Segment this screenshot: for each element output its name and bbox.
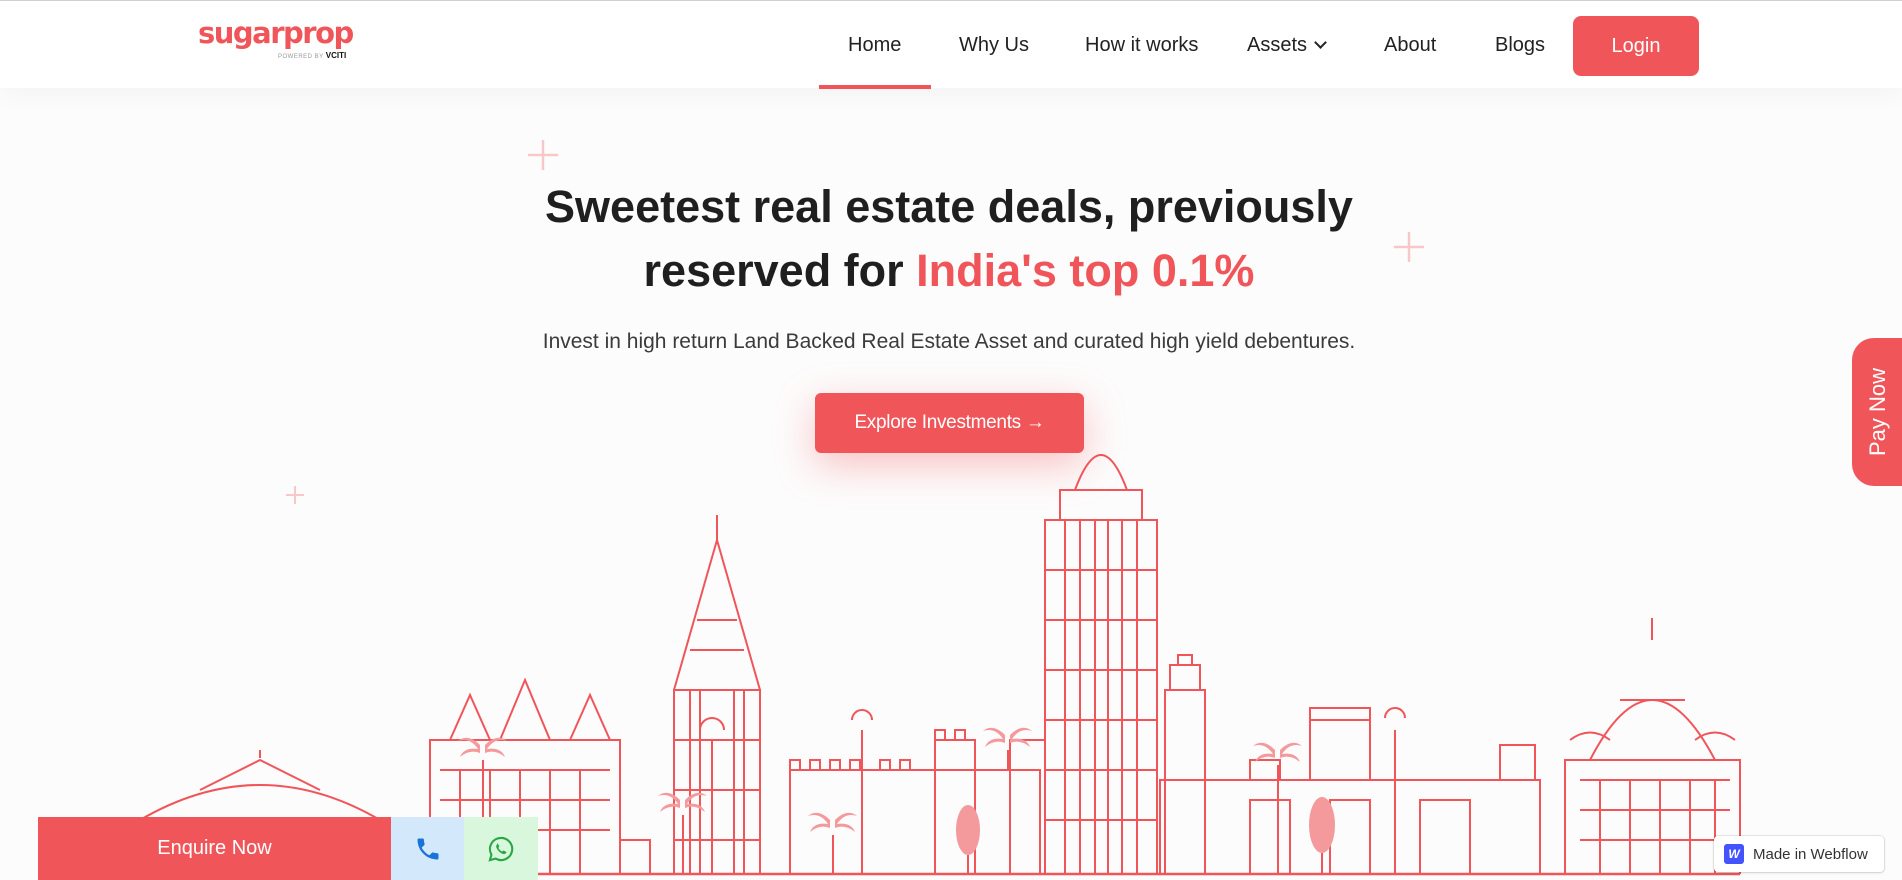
nav-assets-label: Assets [1247,34,1308,56]
made-in-webflow-badge[interactable]: W Made in Webflow [1714,836,1884,872]
logo-wordmark: sugarprop [198,16,354,50]
top-navbar: sugarprop POWERED BY VCITI Home Why Us H… [0,0,1902,89]
pay-now-tab[interactable]: Pay Now [1852,338,1902,486]
call-button[interactable] [391,817,464,880]
hero-subtitle: Invest in high return Land Backed Real E… [542,330,1356,353]
hero-headline-highlight: India's top 0.1% [916,245,1255,296]
nav-about[interactable]: About [1384,34,1436,57]
nav-assets[interactable]: Assets [1247,34,1327,57]
phone-icon [417,838,438,859]
nav-why-us[interactable]: Why Us [959,34,1029,57]
webflow-logo-icon: W [1724,844,1744,864]
whatsapp-button[interactable] [464,817,538,880]
logo-powered-by: POWERED BY VCITI [278,51,347,60]
city-skyline-illustration [139,454,1741,876]
hero-headline-line1: Sweetest real estate deals, previously [545,181,1353,232]
chevron-down-icon [1314,36,1327,49]
sparkle-icon [528,140,558,170]
pay-now-label: Pay Now [1865,367,1890,457]
nav-how-it-works[interactable]: How it works [1085,34,1198,57]
webflow-badge-label: Made in Webflow [1753,845,1868,863]
nav-home[interactable]: Home [848,34,901,57]
sugarprop-logo[interactable]: sugarprop POWERED BY VCITI [198,16,354,60]
whatsapp-icon [488,836,514,862]
login-button[interactable]: Login [1573,16,1699,76]
nav-blogs[interactable]: Blogs [1495,34,1545,57]
nav-active-indicator [819,85,931,89]
hero-headline: Sweetest real estate deals, previously r… [0,175,1898,303]
enquire-now-button[interactable]: Enquire Now [38,817,391,880]
hero-headline-line2: reserved for [643,245,917,296]
